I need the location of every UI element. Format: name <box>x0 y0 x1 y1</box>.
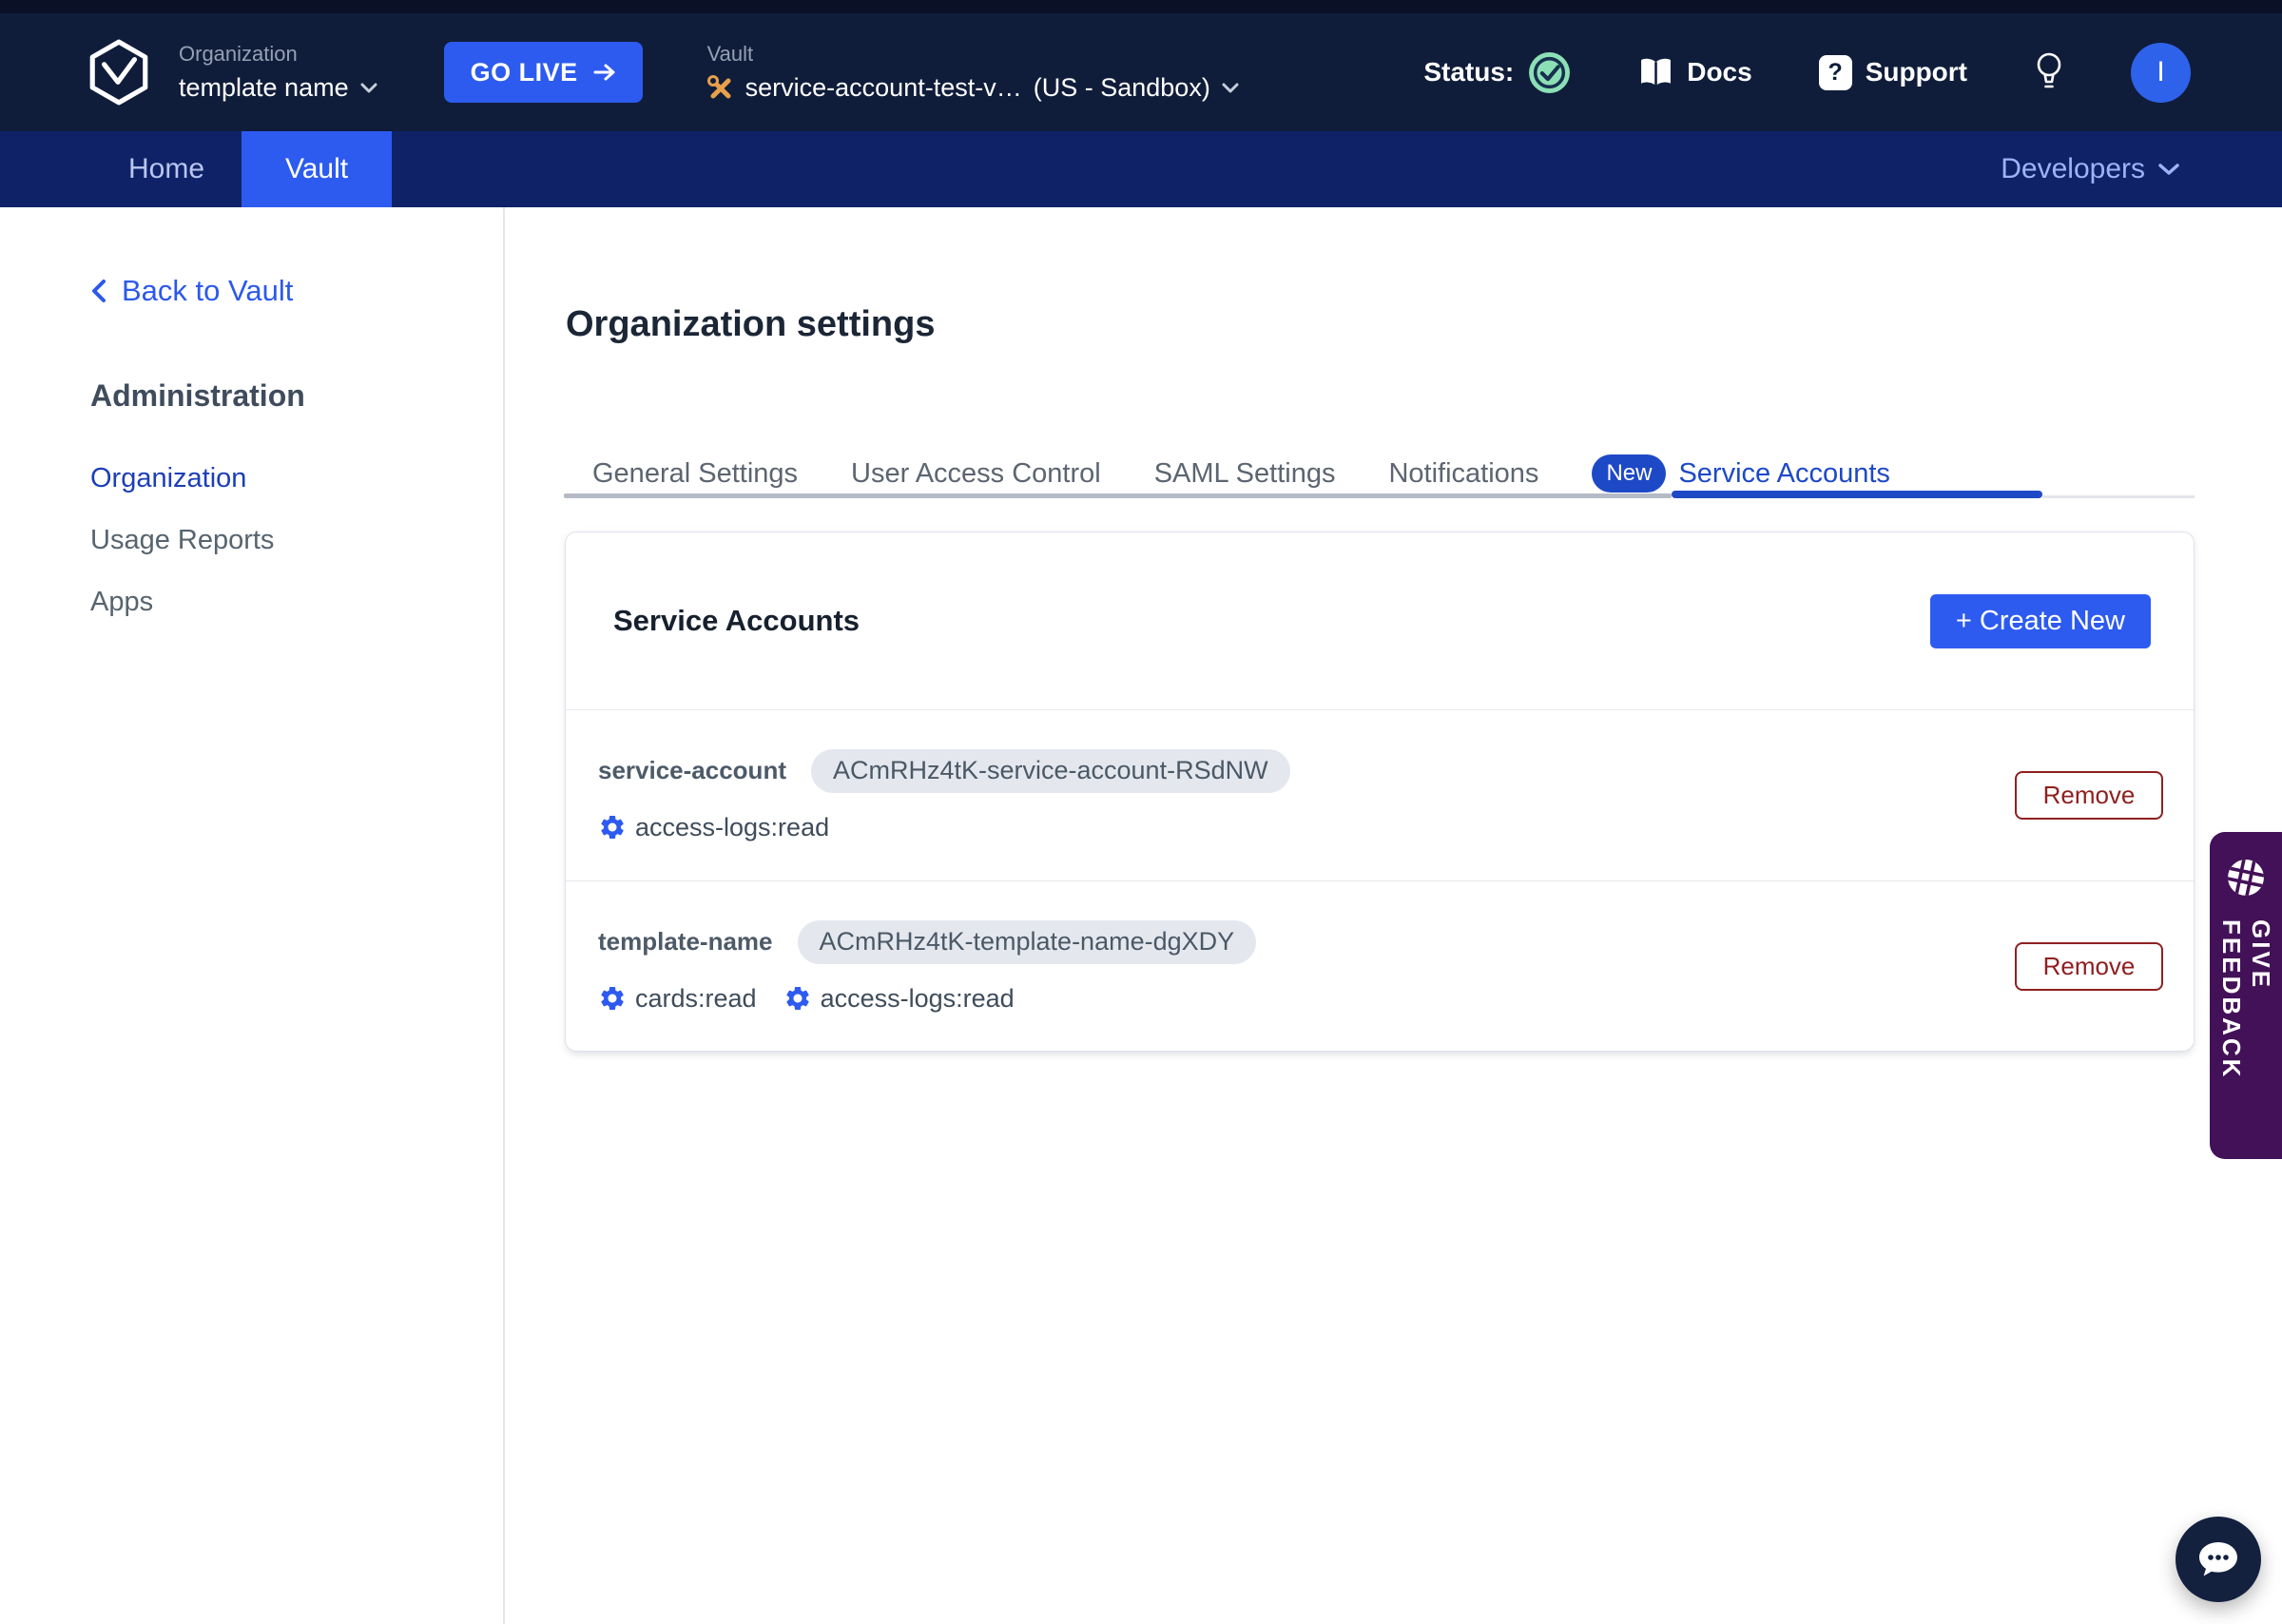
create-new-button[interactable]: + Create New <box>1929 593 2151 648</box>
docs-link[interactable]: Docs <box>1638 57 1752 88</box>
settings-tabs: General Settings User Access Control SAML … <box>592 452 1890 495</box>
nav-tab-vault[interactable]: Vault <box>242 131 393 207</box>
remove-button[interactable]: Remove <box>2015 942 2163 991</box>
developers-menu[interactable]: Developers <box>2001 131 2179 207</box>
tab-user-access-control[interactable]: User Access Control <box>851 458 1101 490</box>
window-top-strip <box>0 0 2282 13</box>
sidebar-nav: Organization Usage Reports Apps <box>90 463 274 618</box>
gear-icon <box>601 816 624 839</box>
service-account-row: service-account ACmRHz4tK-service-account… <box>566 709 2194 880</box>
support-label: Support <box>1865 57 1967 87</box>
feedback-grid-icon <box>2226 858 2266 898</box>
nav-tab-home[interactable]: Home <box>128 131 204 207</box>
sidebar-item-usage-reports[interactable]: Usage Reports <box>90 525 274 556</box>
docs-label: Docs <box>1687 57 1752 87</box>
vgs-logo-icon <box>89 39 148 106</box>
account-list: service-account ACmRHz4tK-service-account… <box>566 709 2194 1052</box>
tab-saml-settings[interactable]: SAML Settings <box>1154 458 1336 490</box>
vault-name: service-account-test-v… <box>745 73 1022 102</box>
tab-label: Notifications <box>1388 457 1539 489</box>
tab-general-settings[interactable]: General Settings <box>592 458 798 490</box>
scope-label: cards:read <box>635 983 757 1013</box>
tab-service-accounts[interactable]: New Service Accounts <box>1592 454 1890 493</box>
account-scopes: access-logs:read <box>598 813 1290 842</box>
account-scopes: cards:read access-logs:read <box>598 984 1256 1014</box>
remove-button[interactable]: Remove <box>2015 771 2163 820</box>
go-live-button[interactable]: GO LIVE <box>443 42 643 103</box>
sidebar-item-apps[interactable]: Apps <box>90 587 274 618</box>
scope-label: access-logs:read <box>820 983 1015 1013</box>
chevron-down-icon <box>2158 163 2179 175</box>
tab-label: User Access Control <box>851 457 1101 489</box>
avatar-letter: I <box>2156 56 2165 87</box>
sidebar-divider <box>503 207 505 1624</box>
app-header: Organization template name GO LIVE Vault… <box>0 13 2282 131</box>
primary-nav: Home Vault Developers <box>0 131 2282 207</box>
tab-label: SAML Settings <box>1153 457 1336 489</box>
scope-access-logs-read: access-logs:read <box>783 984 1015 1014</box>
back-to-vault-link[interactable]: Back to Vault <box>90 274 293 308</box>
account-token-pill: ACmRHz4tK-service-account-RSdNW <box>810 748 1290 793</box>
go-live-label: GO LIVE <box>470 57 578 87</box>
vault-switcher[interactable]: Vault service-account-test-v… (US - Sand… <box>706 42 1239 103</box>
vault-label: Vault <box>706 42 754 66</box>
gear-icon <box>785 987 809 1010</box>
account-info: service-account ACmRHz4tK-service-account… <box>598 748 1290 842</box>
gear-icon <box>601 987 624 1010</box>
new-badge: New <box>1592 454 1667 493</box>
sidebar-item-organization[interactable]: Organization <box>90 463 274 494</box>
status-ok-icon <box>1529 51 1571 93</box>
question-icon: ? <box>1818 54 1852 90</box>
account-info: template-name ACmRHz4tK-template-name-dgX… <box>598 919 1257 1014</box>
chat-icon <box>2199 1542 2237 1576</box>
scope-cards-read: cards:read <box>598 984 757 1014</box>
card-header: Service Accounts + Create New <box>566 532 2194 709</box>
scope-label: access-logs:read <box>635 812 830 841</box>
status-link[interactable]: Status: <box>1423 50 1572 95</box>
back-to-vault-label: Back to Vault <box>122 274 294 307</box>
status-label: Status: <box>1423 57 1515 87</box>
give-feedback-tab[interactable]: GIVE FEEDBACK <box>2210 832 2282 1159</box>
give-feedback-label: GIVE FEEDBACK <box>2217 918 2275 1080</box>
tabs-underline <box>564 493 1672 498</box>
header-actions: Status: Docs ? Support I <box>1423 42 2191 103</box>
service-account-row: template-name ACmRHz4tK-template-name-dgX… <box>566 880 2194 1052</box>
scope-access-logs-read: access-logs:read <box>598 813 829 842</box>
service-accounts-card: Service Accounts + Create New service-ac… <box>565 532 2195 1052</box>
tab-label: Service Accounts <box>1678 457 1890 489</box>
tabs-underline-right <box>2042 495 2195 498</box>
sidebar-section-title: Administration <box>90 378 305 413</box>
tab-notifications[interactable]: Notifications <box>1388 458 1538 490</box>
tab-label: General Settings <box>592 457 799 489</box>
org-switcher[interactable]: Organization template name <box>179 42 377 103</box>
org-label: Organization <box>179 42 298 66</box>
page-title: Organization settings <box>566 304 936 344</box>
developers-label: Developers <box>2001 153 2145 184</box>
avatar[interactable]: I <box>2131 42 2191 103</box>
chevron-left-icon <box>92 280 106 302</box>
account-name: template-name <box>598 927 773 956</box>
account-name: service-account <box>598 756 786 784</box>
account-token-pill: ACmRHz4tK-template-name-dgXDY <box>797 919 1257 964</box>
chat-button[interactable] <box>2176 1517 2261 1602</box>
chevron-down-icon <box>1222 83 1239 93</box>
lightbulb-icon[interactable] <box>2034 50 2064 94</box>
support-link[interactable]: ? Support <box>1818 54 1967 90</box>
org-name: template name <box>179 73 349 102</box>
active-tab-indicator <box>1672 491 2042 498</box>
arrow-right-icon <box>593 64 615 81</box>
card-title: Service Accounts <box>613 604 861 637</box>
sandbox-wrench-icon <box>706 74 731 98</box>
chevron-down-icon <box>360 83 377 93</box>
vault-region: (US - Sandbox) <box>1033 73 1210 102</box>
book-icon <box>1641 58 1672 86</box>
